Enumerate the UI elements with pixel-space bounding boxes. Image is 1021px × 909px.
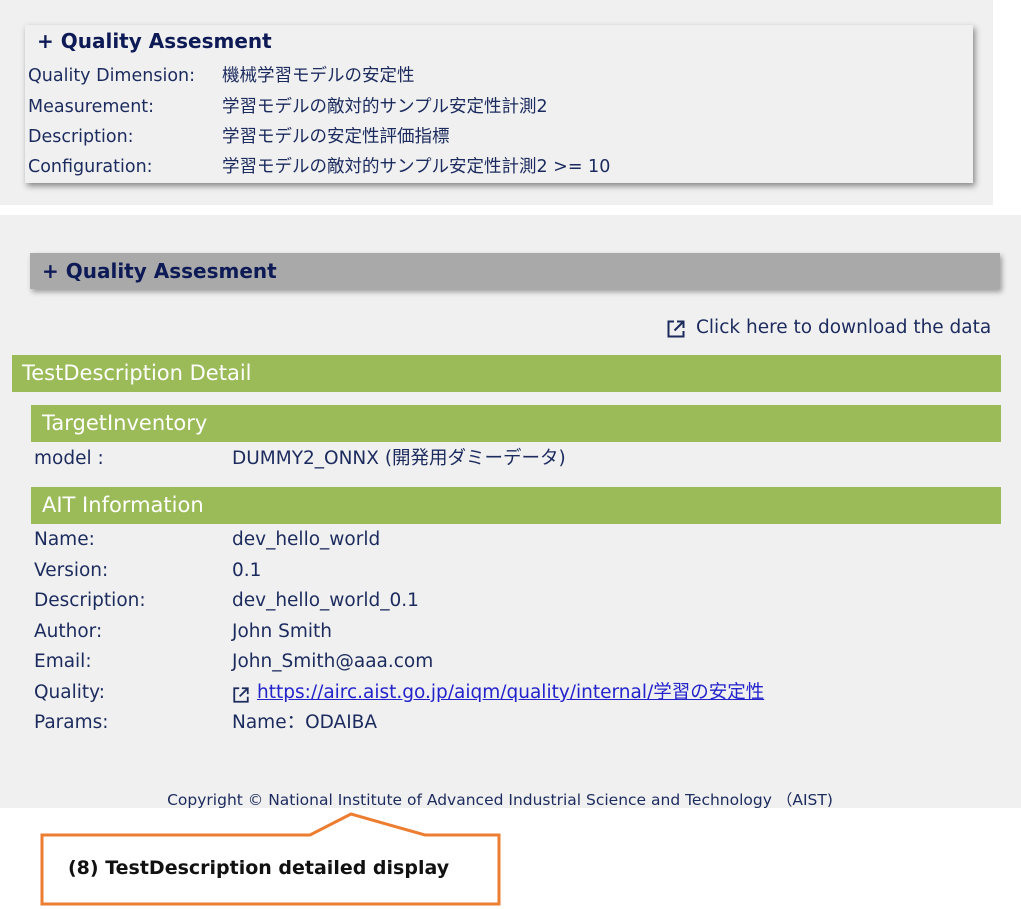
ait-author-label: Author:: [34, 621, 103, 642]
measurement-value: 学習モデルの敵対的サンプル安定性計測2: [222, 97, 548, 117]
ait-author-value: John Smith: [232, 621, 332, 642]
quality-assessment-title[interactable]: + Quality Assesment: [37, 29, 272, 53]
quality-dimension-label: Quality Dimension:: [28, 66, 196, 86]
ait-information-header: AIT Information: [31, 487, 1001, 524]
quality-assessment-bar-title[interactable]: + Quality Assesment: [42, 258, 277, 284]
configuration-value: 学習モデルの敵対的サンプル安定性計測2 >= 10: [222, 157, 611, 177]
measurement-label: Measurement:: [28, 97, 155, 117]
external-link-icon: [667, 320, 685, 338]
ait-params-value: Name：ODAIBA: [232, 712, 378, 733]
quality-assessment-collapsed-bar[interactable]: + Quality Assesment: [30, 253, 1000, 289]
ait-quality-label: Quality:: [34, 682, 105, 703]
callout-label: (8) TestDescription detailed display: [68, 857, 450, 879]
ait-information-title: AIT Information: [42, 493, 204, 517]
ait-email-value: John_Smith@aaa.com: [232, 651, 434, 672]
download-data-label[interactable]: Click here to download the data: [696, 316, 991, 340]
model-value: DUMMY2_ONNX (開発用ダミーデータ): [232, 448, 566, 469]
ait-name-label: Name:: [34, 529, 95, 550]
testdescription-detail-title: TestDescription Detail: [22, 361, 252, 385]
ait-description-value: dev_hello_world_0.1: [232, 590, 419, 611]
ait-description-label: Description:: [34, 590, 146, 611]
target-inventory-header: TargetInventory: [31, 405, 1001, 442]
target-inventory-title: TargetInventory: [42, 411, 208, 435]
ait-name-value: dev_hello_world: [232, 529, 381, 550]
configuration-label: Configuration:: [28, 157, 153, 177]
external-link-icon: [233, 687, 249, 703]
ait-version-label: Version:: [34, 560, 109, 581]
model-label: model :: [34, 448, 104, 469]
description-value: 学習モデルの安定性評価指標: [222, 127, 450, 147]
quality-assessment-box: + Quality Assesment Quality Dimension: 機…: [25, 25, 973, 183]
quality-dimension-value: 機械学習モデルの安定性: [222, 66, 415, 86]
ait-params-label: Params:: [34, 712, 109, 733]
ait-email-label: Email:: [34, 651, 92, 672]
description-label: Description:: [28, 127, 134, 147]
ait-quality-link[interactable]: https://airc.aist.go.jp/aiqm/quality/int…: [257, 679, 764, 707]
ait-version-value: 0.1: [232, 560, 262, 581]
testdescription-detail-header: TestDescription Detail: [12, 355, 1001, 392]
